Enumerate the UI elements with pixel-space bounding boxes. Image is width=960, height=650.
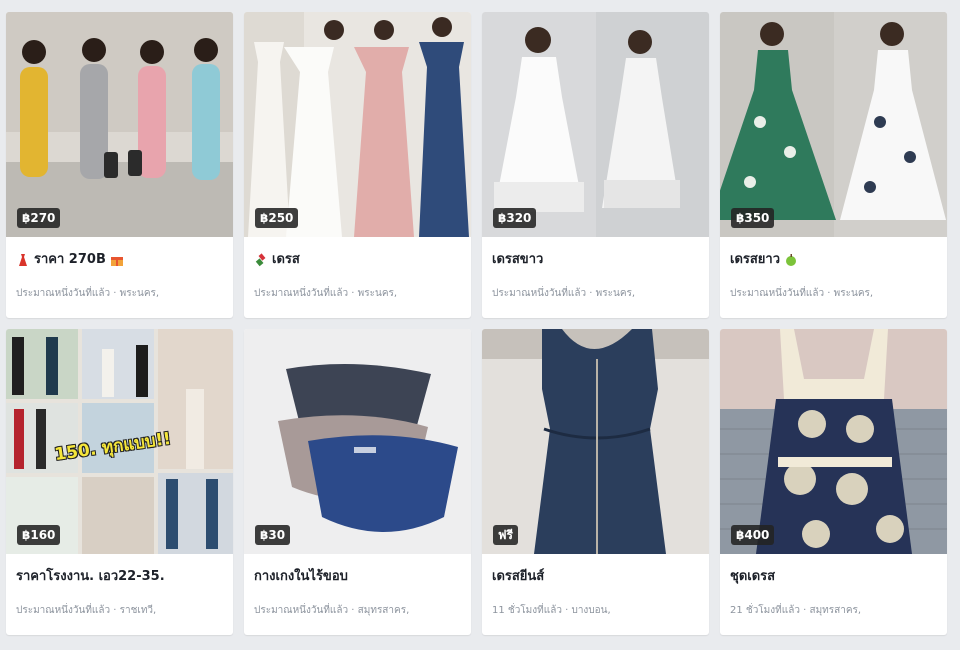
listing-photo[interactable]: ฿270 [6,12,233,237]
listing-card[interactable]: ฿350 เดรสยาว ประมาณหนึ่งวันที่แล้ว · พระ… [720,12,947,318]
listing-title-row[interactable]: เดรสขาว [492,249,699,271]
listing-card[interactable]: 150. ทุกแบบ!! ฿160 ราคาโรงงาน. เอว22-35.… [6,329,233,635]
listing-card[interactable]: ฟรี เดรสยีนส์ 11 ชั่วโมงที่แล้ว · บางบอน… [482,329,709,635]
listing-title: ชุดเดรส [730,569,776,584]
listing-photo[interactable]: ฿350 [720,12,947,237]
listing-card[interactable]: ฿270 ราคา 270B ประมาณหนึ่งวันที่แล้ว · พ… [6,12,233,318]
listing-meta: ประมาณหนึ่งวันที่แล้ว · พระนคร, [16,288,160,299]
listing-photo[interactable]: 150. ทุกแบบ!! ฿160 [6,329,233,554]
green-apple-icon [784,253,798,267]
patterned-dress-photo [720,329,947,554]
listing-meta: 11 ชั่วโมงที่แล้ว · บางบอน, [492,605,611,616]
seamless-underwear-photo [244,329,471,554]
listing-photo[interactable]: ฿30 [244,329,471,554]
listing-photo[interactable]: ฿320 [482,12,709,237]
listing-card[interactable]: ฿320 เดรสขาว ประมาณหนึ่งวันที่แล้ว · พระ… [482,12,709,318]
listing-title-row[interactable]: ราคาโรงงาน. เอว22-35. [16,566,223,588]
listing-title: กางเกงในไร้ขอบ [254,569,348,584]
listing-title: ราคาโรงงาน. เอว22-35. [16,569,165,584]
price-badge: ฿160 [17,525,61,545]
off-shoulder-dresses-photo [244,12,471,237]
listing-title: เดรสยีนส์ [492,569,545,584]
listing-meta: ประมาณหนึ่งวันที่แล้ว · พระนคร, [492,288,636,299]
price-badge: ฿250 [255,208,299,228]
listing-title-row[interactable]: กางเกงในไร้ขอบ [254,566,461,588]
listing-card[interactable]: ฿250 เดรส ประมาณหนึ่งวันที่แล้ว · พระนคร… [244,12,471,318]
listing-photo[interactable]: ฟรี [482,329,709,554]
marketplace-listings-grid: ฿270 ราคา 270B ประมาณหนึ่งวันที่แล้ว · พ… [6,12,948,635]
listing-title: ราคา 270B [34,252,106,267]
listing-meta: ประมาณหนึ่งวันที่แล้ว · สมุทรสาคร, [254,605,410,616]
listing-meta: ประมาณหนึ่งวันที่แล้ว · ราชเทวี, [16,605,157,616]
price-badge: ฿30 [255,525,291,545]
price-badge: ฿270 [17,208,61,228]
price-badge: ฿400 [731,525,775,545]
listing-title-row[interactable]: ชุดเดรส [730,566,937,588]
floral-dresses-photo [720,12,947,237]
denim-dress-photo [482,329,709,554]
price-badge: ฟรี [493,525,518,545]
listing-meta: ประมาณหนึ่งวันที่แล้ว · พระนคร, [254,288,398,299]
listing-title: เดรสยาว [730,252,781,267]
listing-card[interactable]: ฿400 ชุดเดรส 21 ชั่วโมงที่แล้ว · สมุทรสา… [720,329,947,635]
listing-title: เดรสขาว [492,252,544,267]
listing-card[interactable]: ฿30 กางเกงในไร้ขอบ ประมาณหนึ่งวันที่แล้ว… [244,329,471,635]
listing-title-row[interactable]: เดรสยาว [730,249,937,271]
listing-photo[interactable]: ฿250 [244,12,471,237]
listing-meta: ประมาณหนึ่งวันที่แล้ว · พระนคร, [730,288,874,299]
lipstick-icon [254,253,268,267]
listing-title: เดรส [272,252,300,267]
listing-title-row[interactable]: เดรสยีนส์ [492,566,699,588]
white-lace-dress-photo [482,12,709,237]
price-badge: ฿320 [493,208,537,228]
gift-icon [110,253,124,267]
listing-title-row[interactable]: ราคา 270B [16,249,223,271]
listing-photo[interactable]: ฿400 [720,329,947,554]
listing-title-row[interactable]: เดรส [254,249,461,271]
dress-icon [16,253,30,267]
women-jumpsuits-photo [6,12,233,237]
listing-meta: 21 ชั่วโมงที่แล้ว · สมุทรสาคร, [730,605,862,616]
price-badge: ฿350 [731,208,775,228]
